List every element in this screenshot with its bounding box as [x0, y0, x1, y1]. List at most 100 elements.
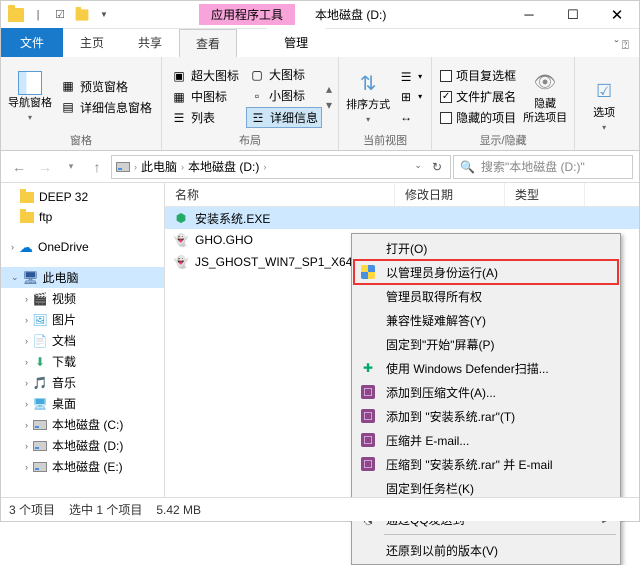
tree-node-deep32[interactable]: DEEP 32	[1, 187, 164, 207]
preview-pane-button[interactable]: ▦预览窗格	[57, 77, 155, 96]
ctx-restore-prev[interactable]: 还原到以前的版本(V)	[354, 538, 618, 562]
qat-separator: |	[29, 6, 47, 24]
breadcrumb[interactable]: 此电脑	[141, 158, 177, 175]
size-columns-button[interactable]: ↔	[395, 108, 425, 126]
nav-tree: DEEP 32 ftp ›☁OneDrive ⌄🖥此电脑 ›🎬视频 ›🖼图片 ›…	[1, 183, 165, 499]
hidden-items-option[interactable]: 隐藏的项目	[438, 108, 518, 127]
tree-node-desktop[interactable]: ›🖥桌面	[1, 393, 164, 414]
col-type[interactable]: 类型	[505, 183, 585, 206]
col-name[interactable]: 名称	[165, 183, 395, 206]
rar-icon	[358, 383, 378, 401]
s-icons-button[interactable]: ▫小图标	[246, 86, 322, 105]
exe-icon: ⬢	[173, 210, 189, 226]
group-panes-label: 窗格	[7, 132, 155, 148]
tree-node-ftp[interactable]: ftp	[1, 207, 164, 227]
list-icon: ☰	[171, 110, 187, 126]
status-item-count: 3 个项目	[9, 501, 55, 518]
l-icons-icon: ▢	[249, 67, 265, 83]
recent-button[interactable]: ▾	[59, 155, 83, 179]
details-view-icon: ☲	[250, 110, 266, 126]
tab-view[interactable]: 查看	[179, 29, 237, 57]
list-button[interactable]: ☰列表	[168, 108, 242, 127]
rar-icon	[358, 455, 378, 473]
hide-selected-button[interactable]: 👁 隐藏 所选项目	[522, 61, 568, 132]
tree-node-drive-d[interactable]: ›本地磁盘 (D:)	[1, 435, 164, 456]
ctx-add-rar[interactable]: 添加到 "安装系统.rar"(T)	[354, 404, 618, 428]
breadcrumb[interactable]: 本地磁盘 (D:)	[188, 158, 259, 175]
tab-file[interactable]: 文件	[1, 28, 63, 57]
ctx-add-archive[interactable]: 添加到压缩文件(A)...	[354, 380, 618, 404]
nav-pane-icon	[18, 71, 42, 95]
options-button[interactable]: ☑ 选项 ▾	[581, 61, 627, 148]
search-placeholder: 搜索"本地磁盘 (D:)"	[481, 158, 585, 175]
columns-icon: ⊞	[398, 89, 414, 105]
file-ext-option[interactable]: ✓文件扩展名	[438, 87, 518, 106]
col-modified[interactable]: 修改日期	[395, 183, 505, 206]
gho-icon: 👻	[173, 232, 189, 248]
group-layout-label: 布局	[168, 132, 332, 148]
tree-node-drive-e[interactable]: ›本地磁盘 (E:)	[1, 456, 164, 477]
options-icon: ☑	[590, 77, 618, 105]
ctx-compat[interactable]: 兼容性疑难解答(Y)	[354, 308, 618, 332]
up-button[interactable]: ↑	[85, 155, 109, 179]
tab-share[interactable]: 共享	[121, 28, 179, 57]
ctx-defender[interactable]: ✚使用 Windows Defender扫描...	[354, 356, 618, 380]
ctx-admin-owner[interactable]: 管理员取得所有权	[354, 284, 618, 308]
status-bar: 3 个项目 选中 1 个项目 5.42 MB	[1, 497, 639, 521]
ctx-pin-start[interactable]: 固定到"开始"屏幕(P)	[354, 332, 618, 356]
group-current-view-label: 当前视图	[345, 132, 425, 148]
ribbon-tabs: 文件 主页 共享 查看 管理 ˇ ⍰	[1, 29, 639, 57]
qat-new-folder[interactable]	[73, 6, 91, 24]
tree-node-thispc[interactable]: ⌄🖥此电脑	[1, 267, 164, 288]
shield-icon	[358, 263, 378, 281]
item-checkbox-option[interactable]: 项目复选框	[438, 66, 518, 85]
tree-node-drive-c[interactable]: ›本地磁盘 (C:)	[1, 414, 164, 435]
rar-icon	[358, 407, 378, 425]
add-columns-button[interactable]: ⊞▾	[395, 88, 425, 106]
addr-dropdown[interactable]: ⌄	[410, 160, 426, 174]
hide-icon: 👁	[531, 68, 559, 96]
tree-node-music[interactable]: ›🎵音乐	[1, 372, 164, 393]
address-bar[interactable]: › 此电脑 › 本地磁盘 (D:) › ⌄ ↻	[111, 155, 451, 179]
tree-node-onedrive[interactable]: ›☁OneDrive	[1, 237, 164, 257]
back-button[interactable]: ←	[7, 155, 31, 179]
details-pane-button[interactable]: ▤详细信息窗格	[57, 98, 155, 117]
tree-node-documents[interactable]: ›📄文档	[1, 330, 164, 351]
ctx-run-admin[interactable]: 以管理员身份运行(A)	[354, 260, 618, 284]
sort-button[interactable]: ⇅ 排序方式 ▾	[345, 61, 391, 132]
ctx-open[interactable]: 打开(O)	[354, 236, 618, 260]
tools-tab-header: 应用程序工具	[199, 4, 295, 25]
details-view-button[interactable]: ☲详细信息	[246, 107, 322, 128]
nav-pane-button[interactable]: 导航窗格 ▾	[7, 61, 53, 132]
drive-icon	[116, 162, 130, 172]
s-icons-icon: ▫	[249, 88, 265, 104]
tab-manage[interactable]: 管理	[267, 28, 325, 57]
group-icon: ☰	[398, 69, 414, 85]
xl-icons-button[interactable]: ▣超大图标	[168, 66, 242, 85]
minimize-button[interactable]: ─	[507, 1, 551, 29]
refresh-button[interactable]: ↻	[428, 160, 446, 174]
forward-button[interactable]: →	[33, 155, 57, 179]
tree-node-downloads[interactable]: ›⬇下载	[1, 351, 164, 372]
ctx-compress-rar-email[interactable]: 压缩到 "安装系统.rar" 并 E-mail	[354, 452, 618, 476]
collapse-ribbon[interactable]: ˇ ⍰	[604, 34, 639, 57]
tree-node-pictures[interactable]: ›🖼图片	[1, 309, 164, 330]
ctx-compress-email[interactable]: 压缩并 E-mail...	[354, 428, 618, 452]
m-icons-icon: ▦	[171, 89, 187, 105]
m-icons-button[interactable]: ▦中图标	[168, 87, 242, 106]
tab-home[interactable]: 主页	[63, 28, 121, 57]
defender-icon: ✚	[358, 359, 378, 377]
list-item-exe[interactable]: ⬢安装系统.EXE	[165, 207, 639, 229]
search-input[interactable]: 🔍 搜索"本地磁盘 (D:)"	[453, 155, 633, 179]
tree-node-videos[interactable]: ›🎬视频	[1, 288, 164, 309]
qat-properties[interactable]: ☑	[51, 6, 69, 24]
group-by-button[interactable]: ☰▾	[395, 68, 425, 86]
qat-dropdown[interactable]: ▼	[95, 6, 113, 24]
window-title: 本地磁盘 (D:)	[315, 6, 386, 23]
ribbon: 导航窗格 ▾ ▦预览窗格 ▤详细信息窗格 窗格 ▣超大图标 ▦中图标 ☰列表 ▢…	[1, 57, 639, 151]
maximize-button[interactable]: ☐	[551, 1, 595, 29]
l-icons-button[interactable]: ▢大图标	[246, 65, 322, 84]
list-header: 名称 修改日期 类型	[165, 183, 639, 207]
sort-icon: ⇅	[354, 69, 382, 97]
close-button[interactable]: ✕	[595, 1, 639, 29]
